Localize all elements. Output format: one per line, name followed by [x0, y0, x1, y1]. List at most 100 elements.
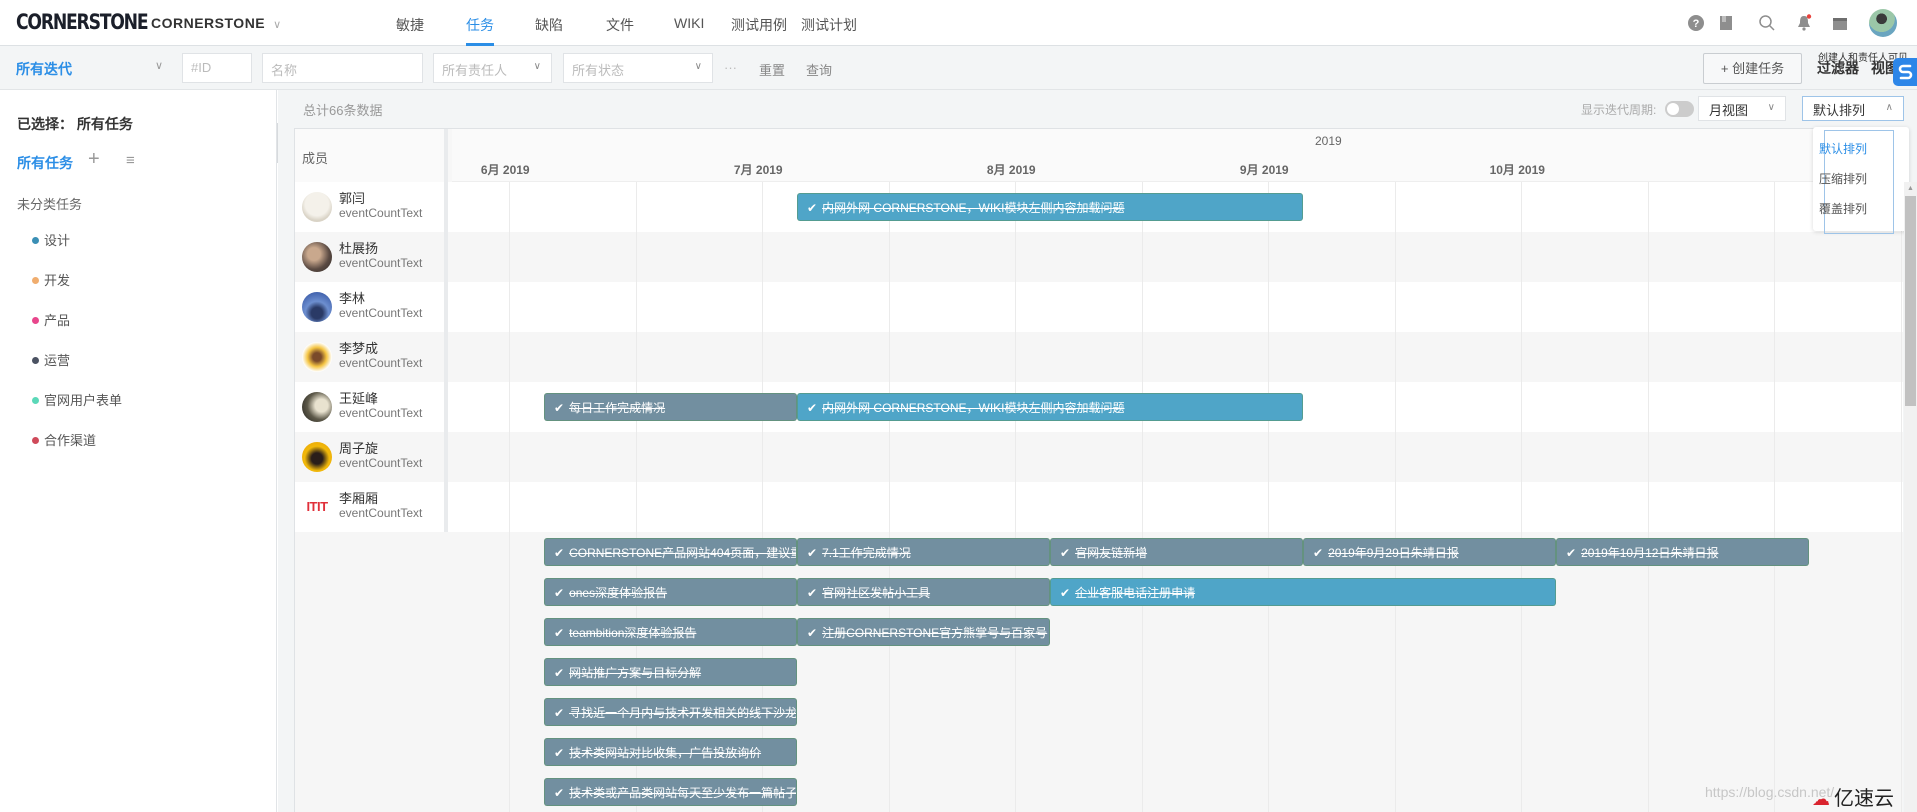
member-row: ITIT 李厢厢 eventCountText [295, 482, 1903, 532]
member-cell[interactable]: 杜展扬 eventCountText [295, 232, 448, 282]
member-avatar [302, 342, 332, 372]
task-bar[interactable]: ✔ 寻找近一个月内与技术开发相关的线下沙龙 [544, 698, 797, 726]
tab-test-plans[interactable]: 测试计划 [801, 15, 857, 35]
sort-option-overlay[interactable]: 覆盖排列 [1819, 200, 1867, 217]
member-cell[interactable]: ITIT 李厢厢 eventCountText [295, 482, 448, 532]
search-icon[interactable] [1758, 14, 1776, 32]
member-event-count: eventCountText [339, 356, 423, 370]
sidebar-item-category[interactable]: 产品 [32, 310, 70, 329]
sidebar-item-all-tasks[interactable]: 所有任务 [17, 153, 73, 173]
selected-value: 所有任务 [76, 116, 133, 132]
grid-line [1774, 182, 1775, 812]
task-bar[interactable]: ✔ CORNERSTONE产品网站404页面，建议重 [544, 538, 797, 566]
member-row: 李梦成 eventCountText [295, 332, 1903, 382]
task-bar[interactable]: ✔ 注册CORNERSTONE官方熊掌号与百家号 [797, 618, 1050, 646]
sort-option-default[interactable]: 默认排列 [1819, 140, 1867, 157]
task-title: CORNERSTONE产品网站404页面，建议重 [569, 546, 797, 560]
members-header-label: 成员 [302, 151, 329, 166]
month-label: 8月 2019 [986, 163, 1036, 177]
selected-indicator: 已选择： 所有任务 [17, 114, 133, 134]
vertical-scrollbar[interactable]: ▲ [1904, 182, 1917, 812]
add-category-icon[interactable]: + [88, 148, 100, 171]
tab-bugs[interactable]: 缺陷 [535, 15, 563, 35]
grid-line [1521, 182, 1522, 812]
help-icon[interactable]: ? [1687, 14, 1705, 32]
task-bar[interactable]: ✔ 网站推广方案与目标分解 [544, 658, 797, 686]
user-avatar[interactable] [1869, 9, 1897, 37]
grid-line [1015, 182, 1016, 812]
category-label: 开发 [44, 273, 71, 288]
create-task-button[interactable]: + 创建任务 [1703, 53, 1802, 84]
task-title: 7.1工作完成情况 [822, 546, 911, 560]
task-bar[interactable]: ✔ 2019年10月12日朱靖日报 [1556, 538, 1809, 566]
reset-button[interactable]: 重置 [759, 60, 785, 79]
task-bar[interactable]: ✔ 每日工作完成情况 [544, 393, 797, 421]
query-button[interactable]: 查询 [806, 60, 832, 79]
calendar-icon[interactable] [1831, 14, 1849, 32]
grid-line [889, 182, 890, 812]
book-icon[interactable] [1717, 14, 1735, 32]
project-switcher[interactable]: CORNERSTONE ∨ [151, 15, 282, 31]
task-bar[interactable]: ✔ 内网外网 CORNERSTONE，WIKI模块左侧内容加载问题 [797, 393, 1303, 421]
tab-tasks[interactable]: 任务 [466, 15, 494, 46]
more-filters-button[interactable]: ··· [724, 60, 737, 75]
name-input[interactable]: 名称 [262, 53, 423, 83]
task-bar[interactable]: ✔ 内网外网 CORNERSTONE，WIKI模块左侧内容加载问题 [797, 193, 1303, 221]
chevron-up-icon: ∧ [1885, 102, 1893, 113]
member-avatar [302, 442, 332, 472]
check-icon: ✔ [554, 666, 565, 680]
scroll-up-icon[interactable]: ▲ [1907, 185, 1914, 192]
id-input[interactable]: #ID [182, 53, 252, 83]
show-iteration-toggle[interactable] [1665, 101, 1694, 117]
task-bar[interactable]: ✔ 2019年9月29日朱靖日报 [1303, 538, 1556, 566]
task-bar[interactable]: ✔ 技术类网站对比收集，广告投放询价 [544, 738, 797, 766]
view-mode-select[interactable]: 月视图 ∨ [1698, 96, 1786, 121]
chevron-down-icon[interactable]: ∨ [155, 59, 163, 72]
tab-wiki[interactable]: WIKI [674, 15, 704, 31]
assignee-select[interactable]: 所有责任人 ∨ [433, 53, 552, 83]
category-label: 设计 [44, 233, 71, 248]
sort-option-compact[interactable]: 压缩排列 [1819, 170, 1867, 187]
iteration-select[interactable]: 所有迭代 [16, 59, 72, 79]
task-bar[interactable]: ✔ 技术类或产品类网站每天至少发布一篇帖子 [544, 778, 797, 806]
sidebar-item-category[interactable]: 开发 [32, 270, 70, 289]
status-select[interactable]: 所有状态 ∨ [563, 53, 713, 83]
task-bar[interactable]: ✔ 官网友链新增 [1050, 538, 1303, 566]
check-icon: ✔ [554, 586, 565, 600]
sort-mode-value: 默认排列 [1813, 103, 1866, 118]
menu-icon[interactable]: ≡ [126, 152, 135, 169]
sidebar-item-category[interactable]: 官网用户表单 [32, 390, 122, 409]
task-title: 网站推广方案与目标分解 [569, 666, 702, 680]
member-cell[interactable]: 李林 eventCountText [295, 282, 448, 332]
check-icon: ✔ [807, 201, 818, 215]
sidebar-item-category[interactable]: 合作渠道 [32, 430, 96, 449]
sidebar-item-category[interactable]: 设计 [32, 230, 70, 249]
sidebar-item-category[interactable]: 运营 [32, 350, 70, 369]
task-bar[interactable]: ✔ ones深度体验报告 [544, 578, 797, 606]
floating-assistant-icon[interactable] [1893, 58, 1917, 86]
task-bar[interactable]: ✔ teambition深度体验报告 [544, 618, 797, 646]
tab-files[interactable]: 文件 [606, 15, 634, 35]
member-row: 杜展扬 eventCountText [295, 232, 1903, 282]
bell-icon[interactable] [1795, 14, 1813, 32]
filter-button[interactable]: 过滤器 [1817, 58, 1859, 78]
app-logo[interactable]: CORNERSTONE [16, 10, 149, 34]
task-bar[interactable]: ✔ 企业客服电话注册申请 [1050, 578, 1556, 606]
task-title: 技术类网站对比收集，广告投放询价 [569, 746, 762, 760]
check-icon: ✔ [1566, 546, 1577, 560]
tab-agile[interactable]: 敏捷 [396, 15, 424, 35]
member-cell[interactable]: 周子旋 eventCountText [295, 432, 448, 482]
sidebar-item-uncategorized[interactable]: 未分类任务 [17, 194, 82, 213]
check-icon: ✔ [554, 546, 565, 560]
timeline-header: 2019 5月 20196月 20197月 20198月 20199月 2019… [452, 129, 1903, 182]
task-title: 2019年10月12日朱靖日报 [1581, 546, 1719, 560]
task-bar[interactable]: ✔ 官网社区发帖小工具 [797, 578, 1050, 606]
member-cell[interactable]: 王延峰 eventCountText [295, 382, 448, 432]
tab-test-cases[interactable]: 测试用例 [731, 15, 787, 35]
scrollbar-thumb[interactable] [1905, 196, 1916, 406]
check-icon: ✔ [554, 626, 565, 640]
sort-mode-select[interactable]: 默认排列 ∧ [1802, 96, 1904, 121]
member-cell[interactable]: 郭闫 eventCountText [295, 182, 448, 232]
member-cell[interactable]: 李梦成 eventCountText [295, 332, 448, 382]
task-bar[interactable]: ✔ 7.1工作完成情况 [797, 538, 1050, 566]
